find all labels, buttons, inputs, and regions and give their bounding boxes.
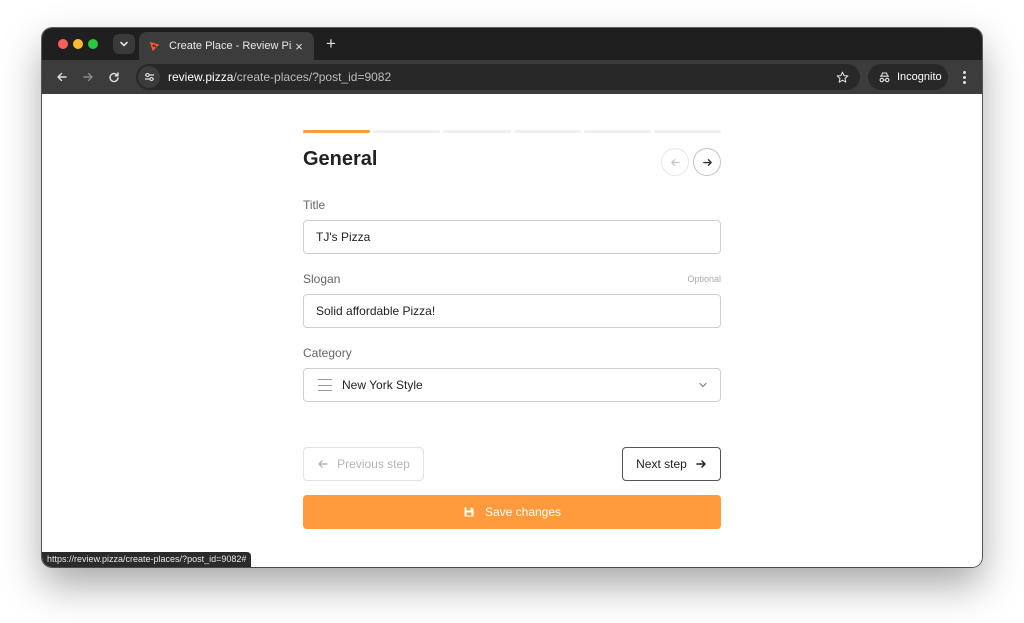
step-segment-4 (513, 130, 581, 133)
status-bar-url: https://review.pizza/create-places/?post… (42, 552, 252, 567)
list-icon (318, 379, 332, 391)
title-input-value: TJ's Pizza (316, 230, 371, 244)
step-progress (303, 130, 722, 133)
step-segment-2 (373, 130, 441, 133)
slogan-input-value: Solid affordable Pizza! (316, 304, 436, 318)
close-window-button[interactable] (58, 39, 68, 49)
next-step-circle-button[interactable] (693, 148, 721, 176)
slogan-optional-hint: Optional (687, 274, 721, 284)
step-segment-6 (653, 130, 722, 133)
forward-icon[interactable] (79, 68, 97, 86)
back-icon[interactable] (53, 68, 71, 86)
browser-menu-icon[interactable] (958, 68, 970, 86)
category-select[interactable]: New York Style (303, 368, 721, 402)
chevron-down-icon (120, 41, 128, 47)
section-title: General (303, 148, 378, 170)
reload-icon[interactable] (105, 68, 123, 86)
browser-window: Create Place - Review Pizza × + review.p… (42, 28, 982, 567)
new-tab-button[interactable]: + (322, 35, 340, 53)
minimize-window-button[interactable] (73, 39, 83, 49)
chevron-down-icon (698, 380, 708, 390)
tab-active[interactable]: Create Place - Review Pizza × (139, 32, 314, 60)
tab-strip: Create Place - Review Pizza × + (42, 28, 982, 60)
url-path: /create-places/?post_id=9082 (233, 70, 392, 84)
previous-step-label: Previous step (337, 457, 410, 471)
tune-icon[interactable] (138, 66, 160, 88)
star-icon[interactable] (834, 69, 850, 85)
arrow-right-icon (702, 158, 712, 166)
previous-step-button[interactable]: Previous step (303, 447, 424, 481)
arrow-left-icon (670, 158, 680, 166)
prev-step-circle-button[interactable] (661, 148, 689, 176)
address-bar[interactable]: review.pizza/create-places/?post_id=9082 (136, 64, 860, 90)
tab-search-button[interactable] (113, 34, 135, 54)
step-segment-5 (583, 130, 651, 133)
category-select-value: New York Style (342, 378, 423, 392)
browser-toolbar: review.pizza/create-places/?post_id=9082… (42, 60, 982, 94)
page-content: General Title TJ's Pizza Slogan Optional… (42, 94, 982, 567)
title-input[interactable]: TJ's Pizza (303, 220, 721, 254)
pizza-icon (147, 39, 161, 53)
incognito-label: Incognito (897, 71, 942, 83)
save-changes-button[interactable]: Save changes (303, 495, 721, 529)
arrow-right-icon (696, 460, 706, 468)
incognito-badge[interactable]: Incognito (868, 64, 948, 90)
step-segment-1 (303, 130, 371, 133)
next-step-button[interactable]: Next step (622, 447, 721, 481)
close-tab-icon[interactable]: × (292, 39, 306, 54)
title-label: Title (303, 198, 326, 212)
incognito-icon (879, 71, 890, 82)
category-label: Category (303, 346, 352, 360)
save-changes-label: Save changes (484, 505, 562, 519)
floppy-disk-icon (464, 507, 474, 517)
slogan-label: Slogan (303, 272, 341, 286)
url-text: review.pizza/create-places/?post_id=9082 (168, 70, 391, 84)
step-segment-3 (443, 130, 511, 133)
arrow-left-icon (318, 460, 328, 468)
slogan-input[interactable]: Solid affordable Pizza! (303, 294, 721, 328)
maximize-window-button[interactable] (88, 39, 98, 49)
tab-title: Create Place - Review Pizza (169, 40, 292, 52)
next-step-label: Next step (636, 457, 687, 471)
url-host: review.pizza (168, 70, 234, 84)
